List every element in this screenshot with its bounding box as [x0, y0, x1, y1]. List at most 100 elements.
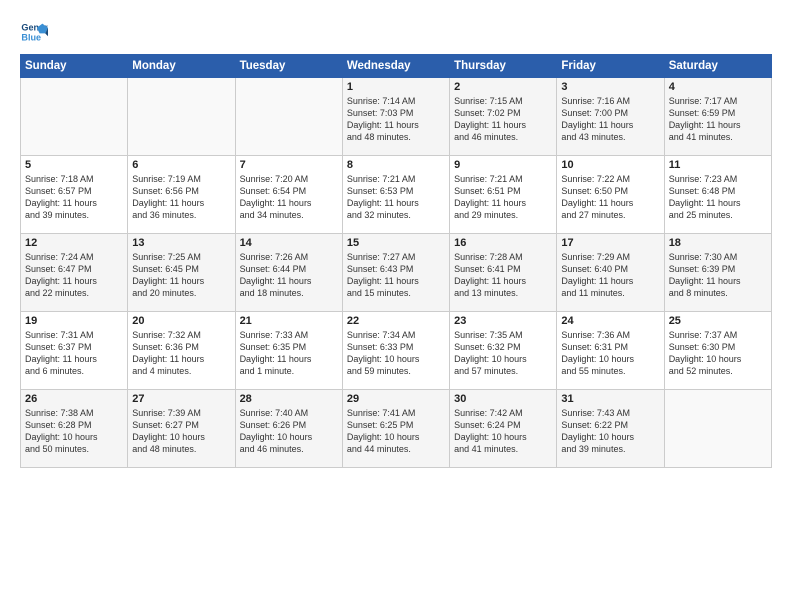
cell-content: Sunrise: 7:14 AM Sunset: 7:03 PM Dayligh… [347, 95, 445, 144]
calendar-cell: 21 Sunrise: 7:33 AM Sunset: 6:35 PM Dayli… [235, 312, 342, 390]
calendar-cell: 1Sunrise: 7:14 AM Sunset: 7:03 PM Daylig… [342, 78, 449, 156]
day-number: 29 [347, 393, 445, 405]
cell-content: Sunrise: 7:34 AM Sunset: 6:33 PM Dayligh… [347, 329, 445, 378]
cell-content: Sunrise: 7:16 AM Sunset: 7:00 PM Dayligh… [561, 95, 659, 144]
day-number: 31 [561, 393, 659, 405]
page: General Blue SundayMondayTuesdayWednesda… [0, 0, 792, 612]
day-number: 12 [25, 237, 123, 249]
day-number: 25 [669, 315, 767, 327]
calendar-cell: 26 Sunrise: 7:38 AM Sunset: 6:28 PM Dayli… [21, 390, 128, 468]
col-header-friday: Friday [557, 55, 664, 78]
col-header-saturday: Saturday [664, 55, 771, 78]
cell-content: Sunrise: 7:40 AM Sunset: 6:26 PM Dayligh… [240, 407, 338, 456]
day-number: 7 [240, 159, 338, 171]
week-row-3: 19Sunrise: 7:31 AM Sunset: 6:37 PM Dayli… [21, 312, 772, 390]
cell-content: Sunrise: 7:25 AM Sunset: 6:45 PM Dayligh… [132, 251, 230, 300]
day-number: 18 [669, 237, 767, 249]
day-number: 19 [25, 315, 123, 327]
calendar-cell: 25 Sunrise: 7:37 AM Sunset: 6:30 PM Dayli… [664, 312, 771, 390]
cell-content: Sunrise: 7:28 AM Sunset: 6:41 PM Dayligh… [454, 251, 552, 300]
cell-content: Sunrise: 7:37 AM Sunset: 6:30 PM Dayligh… [669, 329, 767, 378]
calendar-cell: 29 Sunrise: 7:41 AM Sunset: 6:25 PM Dayli… [342, 390, 449, 468]
calendar-cell: 27 Sunrise: 7:39 AM Sunset: 6:27 PM Dayli… [128, 390, 235, 468]
cell-content: Sunrise: 7:26 AM Sunset: 6:44 PM Dayligh… [240, 251, 338, 300]
calendar-cell: 4 Sunrise: 7:17 AM Sunset: 6:59 PM Daylig… [664, 78, 771, 156]
calendar-cell: 6 Sunrise: 7:19 AM Sunset: 6:56 PM Daylig… [128, 156, 235, 234]
cell-content: Sunrise: 7:29 AM Sunset: 6:40 PM Dayligh… [561, 251, 659, 300]
cell-content: Sunrise: 7:39 AM Sunset: 6:27 PM Dayligh… [132, 407, 230, 456]
day-number: 23 [454, 315, 552, 327]
cell-content: Sunrise: 7:27 AM Sunset: 6:43 PM Dayligh… [347, 251, 445, 300]
svg-text:Blue: Blue [21, 32, 41, 42]
day-number: 13 [132, 237, 230, 249]
calendar-cell [664, 390, 771, 468]
calendar-cell: 3Sunrise: 7:16 AM Sunset: 7:00 PM Daylig… [557, 78, 664, 156]
calendar-cell: 22Sunrise: 7:34 AM Sunset: 6:33 PM Dayli… [342, 312, 449, 390]
header-row: SundayMondayTuesdayWednesdayThursdayFrid… [21, 55, 772, 78]
calendar-cell: 18 Sunrise: 7:30 AM Sunset: 6:39 PM Dayli… [664, 234, 771, 312]
calendar-cell: 28 Sunrise: 7:40 AM Sunset: 6:26 PM Dayli… [235, 390, 342, 468]
cell-content: Sunrise: 7:23 AM Sunset: 6:48 PM Dayligh… [669, 173, 767, 222]
calendar-cell [21, 78, 128, 156]
day-number: 6 [132, 159, 230, 171]
cell-content: Sunrise: 7:43 AM Sunset: 6:22 PM Dayligh… [561, 407, 659, 456]
header: General Blue [20, 18, 772, 46]
day-number: 28 [240, 393, 338, 405]
day-number: 15 [347, 237, 445, 249]
day-number: 20 [132, 315, 230, 327]
cell-content: Sunrise: 7:30 AM Sunset: 6:39 PM Dayligh… [669, 251, 767, 300]
cell-content: Sunrise: 7:20 AM Sunset: 6:54 PM Dayligh… [240, 173, 338, 222]
day-number: 21 [240, 315, 338, 327]
cell-content: Sunrise: 7:36 AM Sunset: 6:31 PM Dayligh… [561, 329, 659, 378]
day-number: 11 [669, 159, 767, 171]
day-number: 24 [561, 315, 659, 327]
calendar-cell: 31 Sunrise: 7:43 AM Sunset: 6:22 PM Dayli… [557, 390, 664, 468]
day-number: 27 [132, 393, 230, 405]
col-header-sunday: Sunday [21, 55, 128, 78]
week-row-4: 26 Sunrise: 7:38 AM Sunset: 6:28 PM Dayli… [21, 390, 772, 468]
col-header-wednesday: Wednesday [342, 55, 449, 78]
cell-content: Sunrise: 7:38 AM Sunset: 6:28 PM Dayligh… [25, 407, 123, 456]
logo: General Blue [20, 18, 48, 46]
day-number: 2 [454, 81, 552, 93]
cell-content: Sunrise: 7:21 AM Sunset: 6:51 PM Dayligh… [454, 173, 552, 222]
cell-content: Sunrise: 7:42 AM Sunset: 6:24 PM Dayligh… [454, 407, 552, 456]
calendar-cell [128, 78, 235, 156]
cell-content: Sunrise: 7:41 AM Sunset: 6:25 PM Dayligh… [347, 407, 445, 456]
calendar-cell: 30 Sunrise: 7:42 AM Sunset: 6:24 PM Dayli… [450, 390, 557, 468]
col-header-tuesday: Tuesday [235, 55, 342, 78]
day-number: 10 [561, 159, 659, 171]
cell-content: Sunrise: 7:32 AM Sunset: 6:36 PM Dayligh… [132, 329, 230, 378]
calendar-table: SundayMondayTuesdayWednesdayThursdayFrid… [20, 54, 772, 468]
calendar-cell: 9 Sunrise: 7:21 AM Sunset: 6:51 PM Daylig… [450, 156, 557, 234]
week-row-1: 5 Sunrise: 7:18 AM Sunset: 6:57 PM Daylig… [21, 156, 772, 234]
cell-content: Sunrise: 7:18 AM Sunset: 6:57 PM Dayligh… [25, 173, 123, 222]
calendar-cell: 17 Sunrise: 7:29 AM Sunset: 6:40 PM Dayli… [557, 234, 664, 312]
calendar-cell: 14Sunrise: 7:26 AM Sunset: 6:44 PM Dayli… [235, 234, 342, 312]
calendar-cell: 13 Sunrise: 7:25 AM Sunset: 6:45 PM Dayli… [128, 234, 235, 312]
calendar-cell: 16 Sunrise: 7:28 AM Sunset: 6:41 PM Dayli… [450, 234, 557, 312]
day-number: 30 [454, 393, 552, 405]
day-number: 16 [454, 237, 552, 249]
cell-content: Sunrise: 7:17 AM Sunset: 6:59 PM Dayligh… [669, 95, 767, 144]
calendar-cell: 19Sunrise: 7:31 AM Sunset: 6:37 PM Dayli… [21, 312, 128, 390]
day-number: 4 [669, 81, 767, 93]
calendar-cell: 11 Sunrise: 7:23 AM Sunset: 6:48 PM Dayli… [664, 156, 771, 234]
cell-content: Sunrise: 7:21 AM Sunset: 6:53 PM Dayligh… [347, 173, 445, 222]
cell-content: Sunrise: 7:33 AM Sunset: 6:35 PM Dayligh… [240, 329, 338, 378]
day-number: 9 [454, 159, 552, 171]
week-row-0: 1Sunrise: 7:14 AM Sunset: 7:03 PM Daylig… [21, 78, 772, 156]
calendar-cell: 5 Sunrise: 7:18 AM Sunset: 6:57 PM Daylig… [21, 156, 128, 234]
day-number: 5 [25, 159, 123, 171]
calendar-cell: 15 Sunrise: 7:27 AM Sunset: 6:43 PM Dayli… [342, 234, 449, 312]
day-number: 26 [25, 393, 123, 405]
day-number: 17 [561, 237, 659, 249]
week-row-2: 12 Sunrise: 7:24 AM Sunset: 6:47 PM Dayli… [21, 234, 772, 312]
calendar-cell: 20 Sunrise: 7:32 AM Sunset: 6:36 PM Dayli… [128, 312, 235, 390]
logo-icon: General Blue [20, 18, 48, 46]
cell-content: Sunrise: 7:19 AM Sunset: 6:56 PM Dayligh… [132, 173, 230, 222]
calendar-cell: 23Sunrise: 7:35 AM Sunset: 6:32 PM Dayli… [450, 312, 557, 390]
calendar-cell: 7 Sunrise: 7:20 AM Sunset: 6:54 PM Daylig… [235, 156, 342, 234]
cell-content: Sunrise: 7:22 AM Sunset: 6:50 PM Dayligh… [561, 173, 659, 222]
cell-content: Sunrise: 7:24 AM Sunset: 6:47 PM Dayligh… [25, 251, 123, 300]
